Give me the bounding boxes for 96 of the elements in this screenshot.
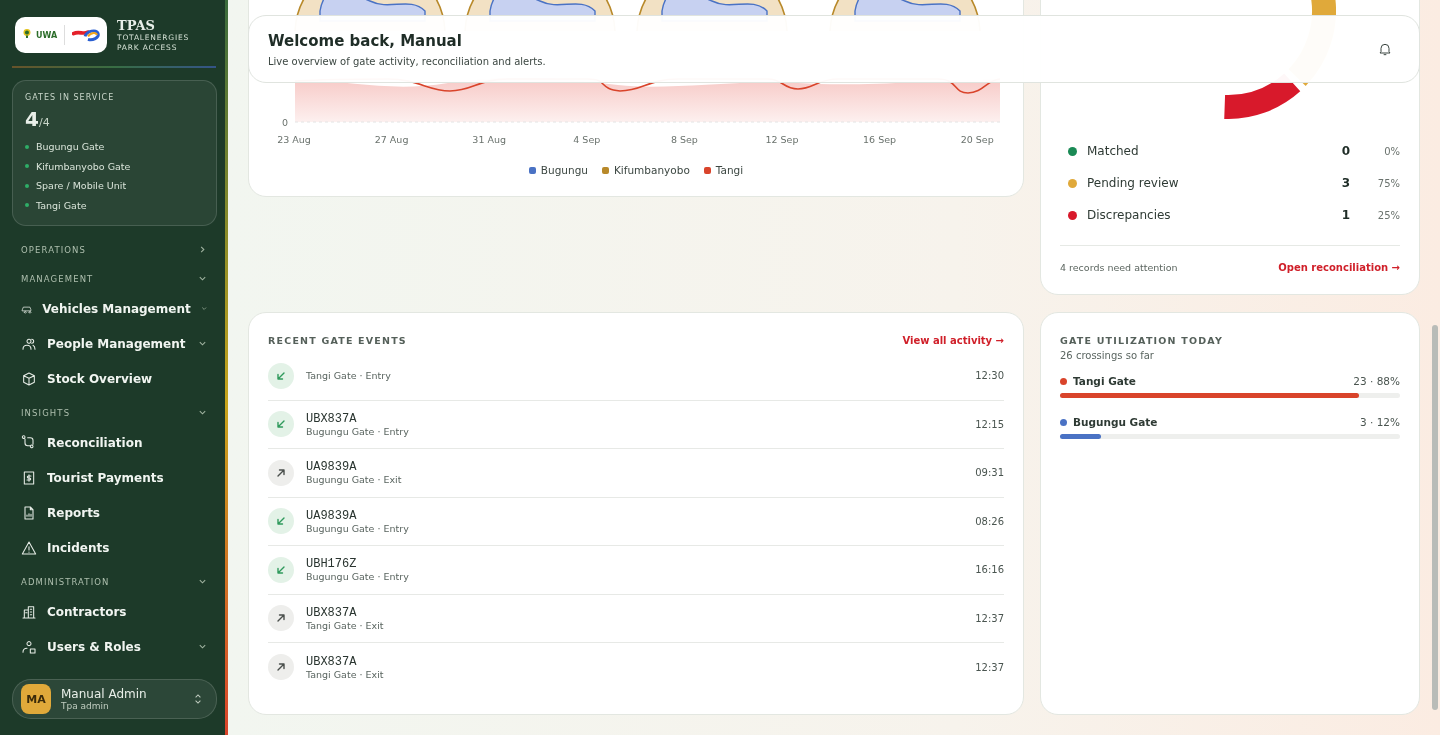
emblem-text: UWA [35,30,58,40]
nav-item[interactable]: Vehicles Management [21,291,207,326]
card-subtitle: 26 crossings so far [1060,350,1155,361]
nav-item[interactable]: Contractors [21,594,207,629]
event-row[interactable]: UBX837A Tangi Gate · Exit 12:37 [268,594,1004,643]
nav-icon [21,469,37,486]
nav-item[interactable]: Reports [21,495,207,530]
percent: 25% [1376,209,1400,221]
event-row[interactable]: UA9839A Bugungu Gate · Entry 08:26 [268,497,1004,546]
event-detail: Bugungu Gate · Entry [306,425,410,437]
nav-item[interactable]: People Management [21,326,207,361]
card-title: GATE UTILIZATION TODAY [1060,333,1225,348]
legend-label: Tangi [715,164,744,176]
event-time: 08:26 [975,515,1004,527]
gate-total: /4 [38,116,50,129]
plate-number: UBX837A [306,411,358,426]
card-title: RECENT GATE EVENTS [268,334,407,346]
nav-section-header[interactable]: OPERATIONS [21,237,207,262]
axis-label: 23 Aug [277,134,311,145]
plate-number: UBX837A [306,605,358,620]
nav-item[interactable]: Stock Overview [21,361,207,396]
event-time: 09:31 [975,467,1004,479]
nav-section-header[interactable]: INSIGHTS [21,400,207,425]
event-row[interactable]: UBX837A Bugungu Gate · Entry 12:15 [268,400,1004,449]
gate-name: Spare / Mobile Unit [36,180,127,192]
count: 0 [1340,144,1350,158]
page-title: Welcome back, Manual [268,31,463,50]
event-detail: Bugungu Gate · Exit [306,474,403,486]
event-row[interactable]: Tangi Gate · Entry 12:30 [268,352,1004,401]
gate-name: Tangi Gate [36,199,87,211]
nav-item[interactable]: Tourist Payments [21,460,207,495]
legend-label: Discrepancies [1087,208,1172,222]
legend-label: Kifumbanyobo [613,164,690,176]
event-detail: Tangi Gate · Exit [306,668,385,680]
nav-item[interactable]: Users & Roles [21,629,207,664]
gate-name: Kifumbanyobo Gate [36,160,131,172]
legend-label: Pending review [1087,176,1180,190]
event-detail: Bugungu Gate · Entry [306,522,410,534]
axis-label: 4 Sep [573,134,601,145]
nav-section-header[interactable]: ADMINISTRATION [21,569,207,594]
gate-name: Bugungu Gate [1073,416,1159,428]
gate-name: Tangi Gate [1073,375,1137,387]
plate-number: UA9839A [306,460,358,475]
event-row[interactable]: UBH176Z Bugungu Gate · Entry 16:16 [268,546,1004,595]
percent: 0% [1383,145,1400,157]
gate-count: 4 [25,107,39,131]
percent: 75% [1376,177,1400,189]
card-title: GATES IN SERVICE [25,93,116,102]
plate-number: UBH176Z [306,557,358,572]
legend-label: Matched [1087,144,1140,158]
notification-bell-icon[interactable] [1377,41,1393,57]
nav-icon [21,638,37,655]
user-name: Manual Admin [61,687,148,701]
nav-item[interactable]: Reconciliation [21,425,207,460]
up-down-chevron-icon [194,693,202,705]
nav-icon [21,539,37,556]
axis-label: 0 [282,117,289,128]
event-detail: Bugungu Gate · Entry [306,571,410,583]
user-role: Tpa admin [61,701,110,711]
gate-name: Bugungu Gate [36,141,105,153]
axis-label: 8 Sep [670,134,698,145]
event-detail: Tangi Gate · Exit [306,619,385,631]
count: 1 [1340,208,1350,222]
gate-reading: 3 · 12% [1359,416,1400,428]
user-menu[interactable]: MA Manual Admin Tpa admin [12,679,217,719]
plate-number: UBX837A [306,654,358,669]
event-time: 12:37 [975,612,1004,624]
nav-icon [21,504,37,521]
nav-icon [21,603,37,620]
axis-label: 20 Sep [960,134,994,145]
count: 3 [1340,176,1350,190]
nav-item[interactable]: Incidents [21,530,207,565]
app-title: TPAS [117,17,156,33]
event-time: 12:15 [975,418,1004,430]
legend-label: Bugungu [540,164,588,176]
footer-note: 4 records need attention [1060,261,1178,273]
event-time: 12:30 [975,370,1004,382]
nav-icon [21,370,37,387]
view-all-link[interactable]: View all activity → [902,334,1004,346]
open-reconciliation-link[interactable]: Open reconciliation → [1278,261,1400,273]
event-row[interactable]: UA9839A Bugungu Gate · Exit 09:31 [268,449,1004,498]
scrollbar-thumb[interactable] [1432,325,1438,710]
axis-label: 31 Aug [472,134,507,145]
nav-icon [21,434,37,451]
plate-number: UA9839A [306,508,358,523]
event-time: 16:16 [975,564,1004,576]
event-detail: Tangi Gate · Entry [306,370,392,382]
event-time: 12:37 [975,661,1004,673]
page-subtitle: Live overview of gate activity, reconciliation and alerts. [268,55,546,67]
gate-reading: 23 · 88% [1353,375,1400,387]
nav-section-header[interactable]: MANAGEMENT [21,266,207,291]
avatar: MA [21,684,51,714]
axis-label: 12 Sep [765,134,799,145]
event-row[interactable]: UBX837A Tangi Gate · Exit 12:37 [268,643,1004,692]
axis-label: 27 Aug [374,134,409,145]
axis-label: 16 Sep [863,134,897,145]
